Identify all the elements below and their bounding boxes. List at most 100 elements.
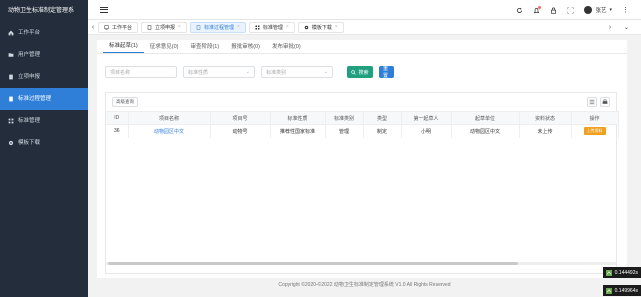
standard-nature-select[interactable]: 标准性质 ⌄ — [183, 66, 255, 78]
tab-drafting[interactable]: 标准起草(1) — [103, 41, 144, 53]
filter-bar: 项目名称 标准性质 ⌄ 标准类别 ⌄ 搜索 重置 — [105, 66, 394, 79]
tab-release-approval[interactable]: 发布审批(0) — [266, 42, 307, 53]
chevron-right-icon[interactable]: › — [605, 24, 615, 31]
close-icon[interactable]: × — [335, 24, 338, 30]
app-title: 动物卫生标准制定管理系 — [8, 8, 75, 14]
column-header: 操作 — [571, 111, 619, 125]
menu-toggle-icon[interactable] — [100, 6, 108, 13]
timing-badge: 0.144492s — [602, 267, 641, 278]
gear-icon — [304, 25, 309, 29]
print-button[interactable] — [600, 97, 610, 107]
sidebar-item-label: 标准过程管理 — [18, 96, 52, 102]
lock-icon[interactable] — [550, 7, 557, 14]
print-icon — [602, 99, 608, 104]
chevron-down-icon: ⌄ — [323, 69, 328, 75]
cell-type: 制定 — [363, 124, 402, 138]
select-placeholder: 标准类别 — [266, 69, 287, 76]
tab-template-download[interactable]: 模板下载 × — [297, 21, 344, 33]
sidebar-item-label: 立项申报 — [18, 74, 41, 80]
sidebar-item-project-application[interactable]: 立项申报 — [0, 66, 88, 88]
tab-label: 工作平台 — [112, 24, 133, 31]
user-menu[interactable]: 张艺 ▾ — [584, 6, 612, 14]
close-icon[interactable]: × — [237, 24, 240, 30]
upload-materials-button[interactable]: 上传资料 — [583, 127, 606, 136]
grid-icon — [8, 118, 14, 124]
document-icon — [9, 96, 13, 102]
top-bar: 张艺 ▾ ⋮ — [88, 0, 641, 20]
notification-bell[interactable] — [533, 5, 542, 14]
grid-icon — [255, 25, 260, 29]
home-icon — [8, 30, 14, 36]
tab-standard-process[interactable]: 标准过程管理 × — [189, 21, 246, 33]
results-table: ID 项目名称 项目号 标准性质 标准类别 类型 第一起草人 起草单位 资料状态… — [106, 111, 619, 138]
timing-value: 0.144492s — [614, 269, 638, 276]
refresh-icon[interactable] — [516, 7, 523, 14]
sidebar-item-users[interactable]: 用户管理 — [0, 44, 88, 66]
chevron-left-icon[interactable]: ‹ — [88, 24, 98, 31]
advanced-search-button[interactable]: 高级查询 — [112, 97, 138, 107]
columns-icon — [589, 99, 595, 105]
tabs-bar: ‹ 工作平台 立项申报 × 标准过程管理 × 标准管理 × 模板下载 × › ⌄ — [88, 20, 641, 35]
tab-approval-review[interactable]: 报批审核(0) — [225, 42, 266, 53]
input-placeholder: 项目名称 — [110, 69, 131, 76]
results-table-panel: 高级查询 ID 项目名称 项目号 标准性质 标准类别 类型 第一起草人 起草单位… — [105, 92, 619, 274]
columns-button[interactable] — [587, 97, 597, 107]
tab-review[interactable]: 审查阶段(1) — [184, 42, 225, 53]
column-header: 资料状态 — [519, 111, 572, 125]
project-name-input[interactable]: 项目名称 — [105, 66, 177, 78]
tab-label: 立项申报 — [155, 24, 176, 31]
tab-project-application[interactable]: 立项申报 × — [141, 21, 187, 33]
avatar — [584, 6, 593, 14]
cell-id: 36 — [106, 124, 129, 138]
notification-dot — [538, 5, 542, 9]
chevron-down-icon: ⌄ — [245, 69, 250, 75]
cell-material-status: 未上传 — [519, 124, 572, 138]
column-header: ID — [106, 111, 129, 125]
column-header: 标准类别 — [325, 111, 364, 125]
standard-category-select[interactable]: 标准类别 ⌄ — [261, 66, 333, 78]
performance-icon — [605, 269, 612, 276]
column-header: 项目名称 — [128, 111, 211, 125]
timing-badge: 0.149964s — [602, 285, 641, 296]
timing-value: 0.149964s — [614, 287, 638, 294]
sidebar-item-workbench[interactable]: 工作平台 — [0, 22, 88, 44]
sidebar-item-template-download[interactable]: 模板下载 — [0, 132, 88, 154]
monitor-icon — [104, 25, 109, 30]
search-button[interactable]: 搜索 — [347, 66, 373, 78]
project-name-link[interactable]: 动物园区中文 — [128, 124, 211, 138]
advanced-search-label: 高级查询 — [116, 99, 134, 104]
footer-copyright: Copyright ©2020-©2022 动物卫生标准制定管理系统 V1.0 … — [278, 282, 451, 288]
tab-label: 标准管理 — [262, 24, 283, 31]
performance-icon — [605, 287, 612, 294]
scrollbar-thumb[interactable] — [108, 262, 518, 265]
stage-tabs: 标准起草(1) 征求意见(0) 审查阶段(1) 报批审核(0) 发布审批(0) — [97, 40, 627, 54]
cell-project-number: 动物号 — [210, 124, 271, 138]
main-panel: 标准起草(1) 征求意见(0) 审查阶段(1) 报批审核(0) 发布审批(0) … — [97, 40, 627, 278]
horizontal-scrollbar[interactable] — [106, 262, 616, 265]
folder-icon — [8, 53, 14, 57]
sidebar-item-standard-process[interactable]: 标准过程管理 — [0, 88, 88, 110]
column-header: 项目号 — [210, 111, 271, 125]
column-header: 标准性质 — [270, 111, 326, 125]
table-header-row: ID 项目名称 项目号 标准性质 标准类别 类型 第一起草人 起草单位 资料状态… — [106, 111, 619, 125]
more-vertical-icon[interactable]: ⋮ — [622, 6, 629, 14]
sidebar: 动物卫生标准制定管理系 工作平台 用户管理 立项申报 标准过程管理 标准管理 模… — [0, 0, 88, 297]
chevron-down-icon[interactable]: ⌄ — [624, 24, 629, 31]
cell-actions: 上传资料 — [571, 124, 619, 138]
fullscreen-icon[interactable] — [567, 6, 575, 14]
sidebar-item-label: 用户管理 — [18, 52, 41, 58]
close-icon[interactable]: × — [286, 24, 289, 30]
reset-button[interactable]: 重置 — [379, 66, 394, 79]
chevron-down-icon: ▾ — [609, 7, 612, 13]
tab-comments[interactable]: 征求意见(0) — [144, 42, 185, 53]
sidebar-item-label: 标准管理 — [18, 118, 41, 124]
close-icon[interactable]: × — [178, 24, 181, 30]
document-icon — [9, 74, 13, 80]
tab-workbench[interactable]: 工作平台 — [98, 21, 139, 33]
cell-drafting-unit: 动物园区中文 — [451, 124, 520, 138]
sidebar-item-label: 工作平台 — [18, 30, 41, 36]
tab-label: 模板下载 — [311, 24, 332, 31]
tab-standard-management[interactable]: 标准管理 × — [248, 21, 295, 33]
sidebar-item-standard-management[interactable]: 标准管理 — [0, 110, 88, 132]
select-placeholder: 标准性质 — [188, 69, 209, 76]
